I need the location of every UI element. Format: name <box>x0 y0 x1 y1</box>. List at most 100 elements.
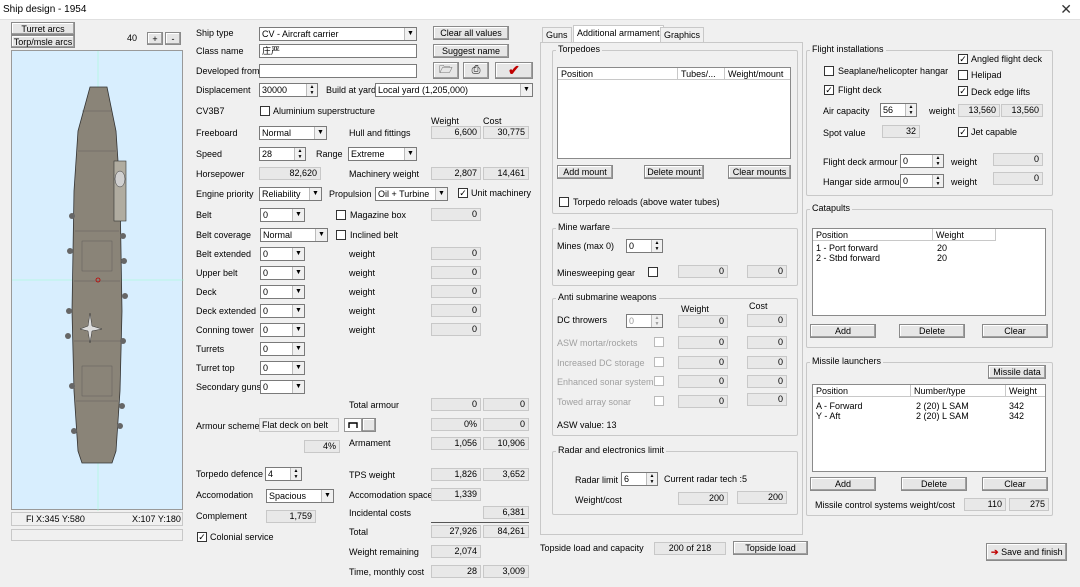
missile-col-weight[interactable]: Weight <box>1006 385 1045 397</box>
class-name-input[interactable]: 庄严 <box>259 44 417 58</box>
magazine-box-checkbox[interactable] <box>336 210 346 220</box>
armour-scheme-icon[interactable] <box>344 418 362 432</box>
clear-all-button[interactable]: Clear all values <box>433 26 509 40</box>
missile-row-weight[interactable]: 342 <box>1009 411 1024 421</box>
catapult-row-weight[interactable]: 20 <box>937 253 947 263</box>
checkmark-icon[interactable]: ✔ <box>495 62 533 79</box>
flight-deck-armour-spinner[interactable]: 0 ▲ ▼ <box>900 154 944 168</box>
torp-arcs-button[interactable]: Torp/msle arcs <box>11 35 75 48</box>
helipad-checkbox[interactable] <box>958 70 968 80</box>
ship-canvas[interactable] <box>11 50 184 511</box>
inclined-belt-checkbox[interactable] <box>336 230 346 240</box>
hangar-armour-spinner[interactable]: 0 ▲ ▼ <box>900 174 944 188</box>
missile-data-button[interactable]: Missile data <box>988 365 1046 379</box>
minesweeping-checkbox[interactable] <box>648 267 658 277</box>
catapult-clear-button[interactable]: Clear <box>982 324 1048 338</box>
dc-throwers-spinner[interactable]: 0 ▲ ▼ <box>626 314 663 328</box>
torpedo-col-weight[interactable]: Weight/mount <box>725 68 790 80</box>
add-mount-button[interactable]: Add mount <box>557 165 613 179</box>
turrets-select[interactable]: 0 ▼ <box>260 342 305 356</box>
missile-clear-button[interactable]: Clear <box>982 477 1048 491</box>
zoom-in-button[interactable]: + <box>147 32 163 45</box>
missile-col-position[interactable]: Position <box>813 385 911 397</box>
torpedo-col-position[interactable]: Position <box>558 68 678 80</box>
turret-top-select[interactable]: 0 ▼ <box>260 361 305 375</box>
missile-list[interactable]: Position Number/type Weight A - Forward … <box>812 384 1046 472</box>
accomodation-select[interactable]: Spacious ▼ <box>266 489 334 503</box>
catapult-delete-button[interactable]: Delete <box>899 324 965 338</box>
developed-input[interactable] <box>259 64 417 78</box>
upper-belt-select[interactable]: 0 ▼ <box>260 266 305 280</box>
missile-delete-button[interactable]: Delete <box>901 477 967 491</box>
jet-capable-checkbox[interactable]: ✓ <box>958 127 968 137</box>
open-folder-icon[interactable]: 🗁 <box>433 62 459 79</box>
propulsion-select[interactable]: Oil + Turbine ▼ <box>375 187 448 201</box>
clear-mounts-button[interactable]: Clear mounts <box>728 165 791 179</box>
close-icon[interactable]: ✕ <box>1060 1 1072 18</box>
enhanced-sonar-checkbox[interactable] <box>654 376 664 386</box>
displacement-spinner[interactable]: 30000 ▲ ▼ <box>259 83 318 97</box>
catapult-col-position[interactable]: Position <box>813 229 933 241</box>
towed-array-checkbox[interactable] <box>654 396 664 406</box>
turret-arcs-button[interactable]: Turret arcs <box>11 22 75 35</box>
secondary-guns-select[interactable]: 0 ▼ <box>260 380 305 394</box>
torpedo-col-tubes[interactable]: Tubes/... <box>678 68 725 80</box>
conning-tower-select[interactable]: 0 ▼ <box>260 323 305 337</box>
radar-limit-spinner[interactable]: 6 ▲ ▼ <box>621 472 658 486</box>
catapults-list[interactable]: Position Weight 1 - Port forward 20 2 - … <box>812 228 1046 316</box>
missile-col-type[interactable]: Number/type <box>911 385 1006 397</box>
torpedo-defence-spinner[interactable]: 4 ▲ ▼ <box>265 467 302 481</box>
ship-type-select[interactable]: CV - Aircraft carrier ▼ <box>259 27 417 41</box>
armour-scheme-button[interactable] <box>362 418 376 432</box>
colonial-service-checkbox[interactable]: ✓ <box>197 532 207 542</box>
missile-row-type[interactable]: 2 (20) L SAM <box>916 411 969 421</box>
torpedo-reloads-checkbox[interactable] <box>559 197 569 207</box>
topside-label: Topside load and capacity <box>540 543 644 553</box>
missile-add-button[interactable]: Add <box>810 477 876 491</box>
seaplane-checkbox[interactable] <box>824 66 834 76</box>
belt-coverage-select[interactable]: Normal ▼ <box>260 228 328 242</box>
deck-edge-lifts-checkbox[interactable]: ✓ <box>958 86 968 96</box>
engine-select[interactable]: Reliability ▼ <box>259 187 322 201</box>
catapult-row-position[interactable]: 2 - Stbd forward <box>816 253 880 263</box>
range-select[interactable]: Extreme ▼ <box>348 147 417 161</box>
zoom-out-button[interactable]: - <box>165 32 181 45</box>
speed-spinner[interactable]: 28 ▲ ▼ <box>259 147 306 161</box>
flight-deck-label: Flight deck <box>838 85 882 95</box>
tab-additional-armament[interactable]: Additional armament <box>573 25 664 43</box>
missile-row-position[interactable]: A - Forward <box>816 401 863 411</box>
tab-graphics[interactable]: Graphics <box>660 27 705 43</box>
topside-load-button[interactable]: Topside load <box>733 541 808 555</box>
freeboard-select[interactable]: Normal ▼ <box>259 126 327 140</box>
upper-belt-weight-label: weight <box>349 268 376 278</box>
missile-control-cost: 275 <box>1009 498 1049 511</box>
mines-spinner[interactable]: 0 ▲ ▼ <box>626 239 663 253</box>
catapult-row-weight[interactable]: 20 <box>937 243 947 253</box>
catapult-row-position[interactable]: 1 - Port forward <box>816 243 878 253</box>
deck-extended-select[interactable]: 0 ▼ <box>260 304 305 318</box>
deck-select[interactable]: 0 ▼ <box>260 285 305 299</box>
catapult-add-button[interactable]: Add <box>810 324 876 338</box>
increased-dc-checkbox[interactable] <box>654 357 664 367</box>
missile-row-type[interactable]: 2 (20) L SAM <box>916 401 969 411</box>
unit-machinery-checkbox[interactable]: ✓ <box>458 188 468 198</box>
missile-row-position[interactable]: Y - Aft <box>816 411 840 421</box>
catapult-col-weight[interactable]: Weight <box>933 229 996 241</box>
armament-label: Armament <box>349 438 391 448</box>
tab-guns[interactable]: Guns <box>542 27 572 43</box>
printer-icon[interactable]: ⎙ <box>463 62 489 79</box>
unit-machinery-label: Unit machinery <box>471 188 532 198</box>
belt-extended-select[interactable]: 0 ▼ <box>260 247 305 261</box>
save-finish-button[interactable]: ➔ Save and finish <box>986 543 1067 561</box>
aluminium-checkbox[interactable] <box>260 106 270 116</box>
torpedo-list[interactable]: Position Tubes/... Weight/mount <box>557 67 791 159</box>
belt-select[interactable]: 0 ▼ <box>260 208 305 222</box>
delete-mount-button[interactable]: Delete mount <box>644 165 704 179</box>
build-yard-select[interactable]: Local yard (1,205,000) ▼ <box>375 83 533 97</box>
air-capacity-spinner[interactable]: 56 ▲ ▼ <box>880 103 917 117</box>
suggest-name-button[interactable]: Suggest name <box>433 44 509 58</box>
angled-deck-checkbox[interactable]: ✓ <box>958 54 968 64</box>
flight-deck-checkbox[interactable]: ✓ <box>824 85 834 95</box>
missile-row-weight[interactable]: 342 <box>1009 401 1024 411</box>
asw-mortar-checkbox[interactable] <box>654 337 664 347</box>
